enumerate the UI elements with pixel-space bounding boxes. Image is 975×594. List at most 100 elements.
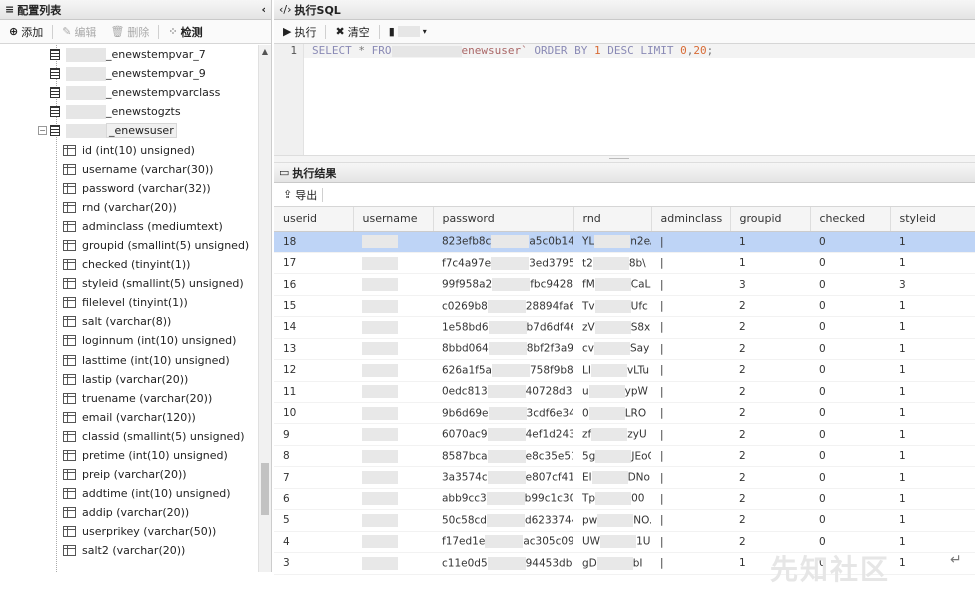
table-row[interactable]: 13 8bbd064 8bf2f3a9d1 cv Say | 2 0 1 <box>274 338 975 361</box>
cell[interactable]: 8bbd064 8bf2f3a9d1 <box>433 338 573 361</box>
cell[interactable]: 2 <box>730 466 810 489</box>
cell[interactable]: 1 <box>890 402 975 425</box>
cell[interactable]: 0 <box>810 509 890 532</box>
column-header[interactable]: checked <box>810 207 891 232</box>
tree-column-node[interactable]: groupid (smallint(5) unsigned) <box>0 236 258 255</box>
tree-column-node[interactable]: lastip (varchar(20)) <box>0 370 258 389</box>
cell[interactable]: El DNo <box>573 466 651 489</box>
cell[interactable]: | <box>651 273 730 296</box>
cell[interactable] <box>353 509 433 532</box>
tree-column-node[interactable]: salt2 (varchar(20)) <box>0 541 258 560</box>
table-row[interactable]: 9 6070ac9 4ef1d2430 zf zyU | 2 0 1 <box>274 423 975 446</box>
cell[interactable]: 2 <box>730 316 810 339</box>
cell[interactable]: | <box>651 316 730 339</box>
cell[interactable]: 0 <box>810 273 890 296</box>
cell[interactable]: gD bI <box>573 552 651 575</box>
cell[interactable] <box>353 316 433 339</box>
cell[interactable]: UW 1U <box>573 531 651 554</box>
cell[interactable]: 3 <box>274 552 353 575</box>
tree-column-node[interactable]: addip (varchar(20)) <box>0 503 258 522</box>
cell[interactable]: pw NO. <box>573 509 651 532</box>
cell[interactable]: | <box>651 231 730 253</box>
cell[interactable]: | <box>651 531 730 554</box>
cell[interactable]: 0 <box>810 295 890 318</box>
cell[interactable]: 0 <box>810 466 890 489</box>
table-row[interactable]: 6 abb9cc3 b99c1c303 Tp 00 | 2 0 1 <box>274 488 975 511</box>
edit-button[interactable]: ✎ 编辑 <box>57 22 101 42</box>
cell[interactable] <box>353 552 433 575</box>
cell[interactable]: fM CaL <box>573 273 651 296</box>
cell[interactable] <box>353 423 433 446</box>
tree-column-node[interactable]: password (varchar(32)) <box>0 179 258 198</box>
cell[interactable]: 12 <box>274 359 353 382</box>
cell[interactable]: 1 <box>890 445 975 468</box>
cell[interactable]: 9 <box>274 423 353 446</box>
bookmark-dropdown[interactable]: ▮ ▾ <box>384 23 432 40</box>
cell[interactable]: Tp 00 <box>573 488 651 511</box>
cell[interactable] <box>353 359 433 382</box>
cell[interactable]: | <box>651 552 730 575</box>
cell[interactable]: 6070ac9 4ef1d2430 <box>433 423 573 446</box>
cell[interactable]: 1 <box>890 423 975 446</box>
export-button[interactable]: ⇪ 导出 <box>278 185 322 205</box>
cell[interactable]: 1 <box>890 488 975 511</box>
cell[interactable]: 2 <box>730 423 810 446</box>
tree-column-node[interactable]: addtime (int(10) unsigned) <box>0 484 258 503</box>
cell[interactable] <box>353 402 433 425</box>
cell[interactable]: 3 <box>730 273 810 296</box>
cell[interactable]: 1 <box>890 359 975 382</box>
tree-column-node[interactable]: lasttime (int(10) unsigned) <box>0 351 258 370</box>
cell[interactable]: zV S8x <box>573 316 651 339</box>
cell[interactable]: u ypW <box>573 381 651 404</box>
cell[interactable]: 7 <box>274 466 353 489</box>
cell[interactable] <box>353 338 433 361</box>
cell[interactable]: 16 <box>274 273 353 296</box>
column-header[interactable]: groupid <box>730 207 811 232</box>
tree-column-node[interactable]: styleid (smallint(5) unsigned) <box>0 274 258 293</box>
cell[interactable]: f17ed1e ac305c09 <box>433 531 573 554</box>
cell[interactable]: 0 <box>810 381 890 404</box>
cell[interactable]: c0269b8 28894fa61 <box>433 295 573 318</box>
cell[interactable]: 1 <box>730 231 810 253</box>
cell[interactable]: 1e58bd6 b7d6df466 <box>433 316 573 339</box>
cell[interactable]: 5 <box>274 509 353 532</box>
cell[interactable]: LI vLTu <box>573 359 651 382</box>
cell[interactable]: 1 <box>890 509 975 532</box>
column-header[interactable]: styleid <box>890 207 975 232</box>
table-row[interactable]: 18 823efb8c a5c0b14e7 YL n2eA | 1 0 1 <box>274 231 975 253</box>
cell[interactable]: YL n2eA <box>573 231 651 253</box>
cell[interactable]: | <box>651 295 730 318</box>
cell[interactable]: zf zyU <box>573 423 651 446</box>
cell[interactable]: 0 <box>810 423 890 446</box>
tree-column-node[interactable]: preip (varchar(20)) <box>0 465 258 484</box>
cell[interactable]: 0 <box>810 316 890 339</box>
table-row[interactable]: 14 1e58bd6 b7d6df466 zV S8x | 2 0 1 <box>274 316 975 339</box>
cell[interactable]: 8 <box>274 445 353 468</box>
column-header[interactable]: userid <box>274 207 354 232</box>
cell[interactable] <box>353 273 433 296</box>
sql-editor[interactable]: 1 SELECT * FRO enewsuser` ORDER BY 1 DESC… <box>274 44 975 156</box>
column-header[interactable]: username <box>353 207 434 232</box>
tree-column-node[interactable]: classid (smallint(5) unsigned) <box>0 427 258 446</box>
cell[interactable] <box>353 445 433 468</box>
cell[interactable]: 50c58cd d6233744 <box>433 509 573 532</box>
cell[interactable]: 2 <box>730 359 810 382</box>
tree-table-node[interactable]: _enewstempvar_9 <box>0 64 258 83</box>
cell[interactable]: 0 <box>810 488 890 511</box>
table-row[interactable]: 11 0edc813 40728d36 u ypW | 2 0 1 <box>274 381 975 404</box>
cell[interactable]: 0 <box>810 338 890 361</box>
tree-table-node-selected[interactable]: − _enewsuser <box>0 121 258 140</box>
cell[interactable] <box>353 231 433 253</box>
cell[interactable]: 2 <box>730 295 810 318</box>
cell[interactable]: | <box>651 466 730 489</box>
cell[interactable]: 1 <box>890 466 975 489</box>
cell[interactable]: 1 <box>890 381 975 404</box>
cell[interactable]: 3 <box>890 273 975 296</box>
cell[interactable]: 11 <box>274 381 353 404</box>
cell[interactable]: 13 <box>274 338 353 361</box>
cell[interactable]: | <box>651 488 730 511</box>
cell[interactable]: 823efb8c a5c0b14e7 <box>433 231 573 253</box>
collapse-panel-icon[interactable]: ‹ <box>261 3 266 16</box>
cell[interactable]: 9b6d69e 3cdf6e349 <box>433 402 573 425</box>
column-header[interactable]: adminclass <box>651 207 731 232</box>
